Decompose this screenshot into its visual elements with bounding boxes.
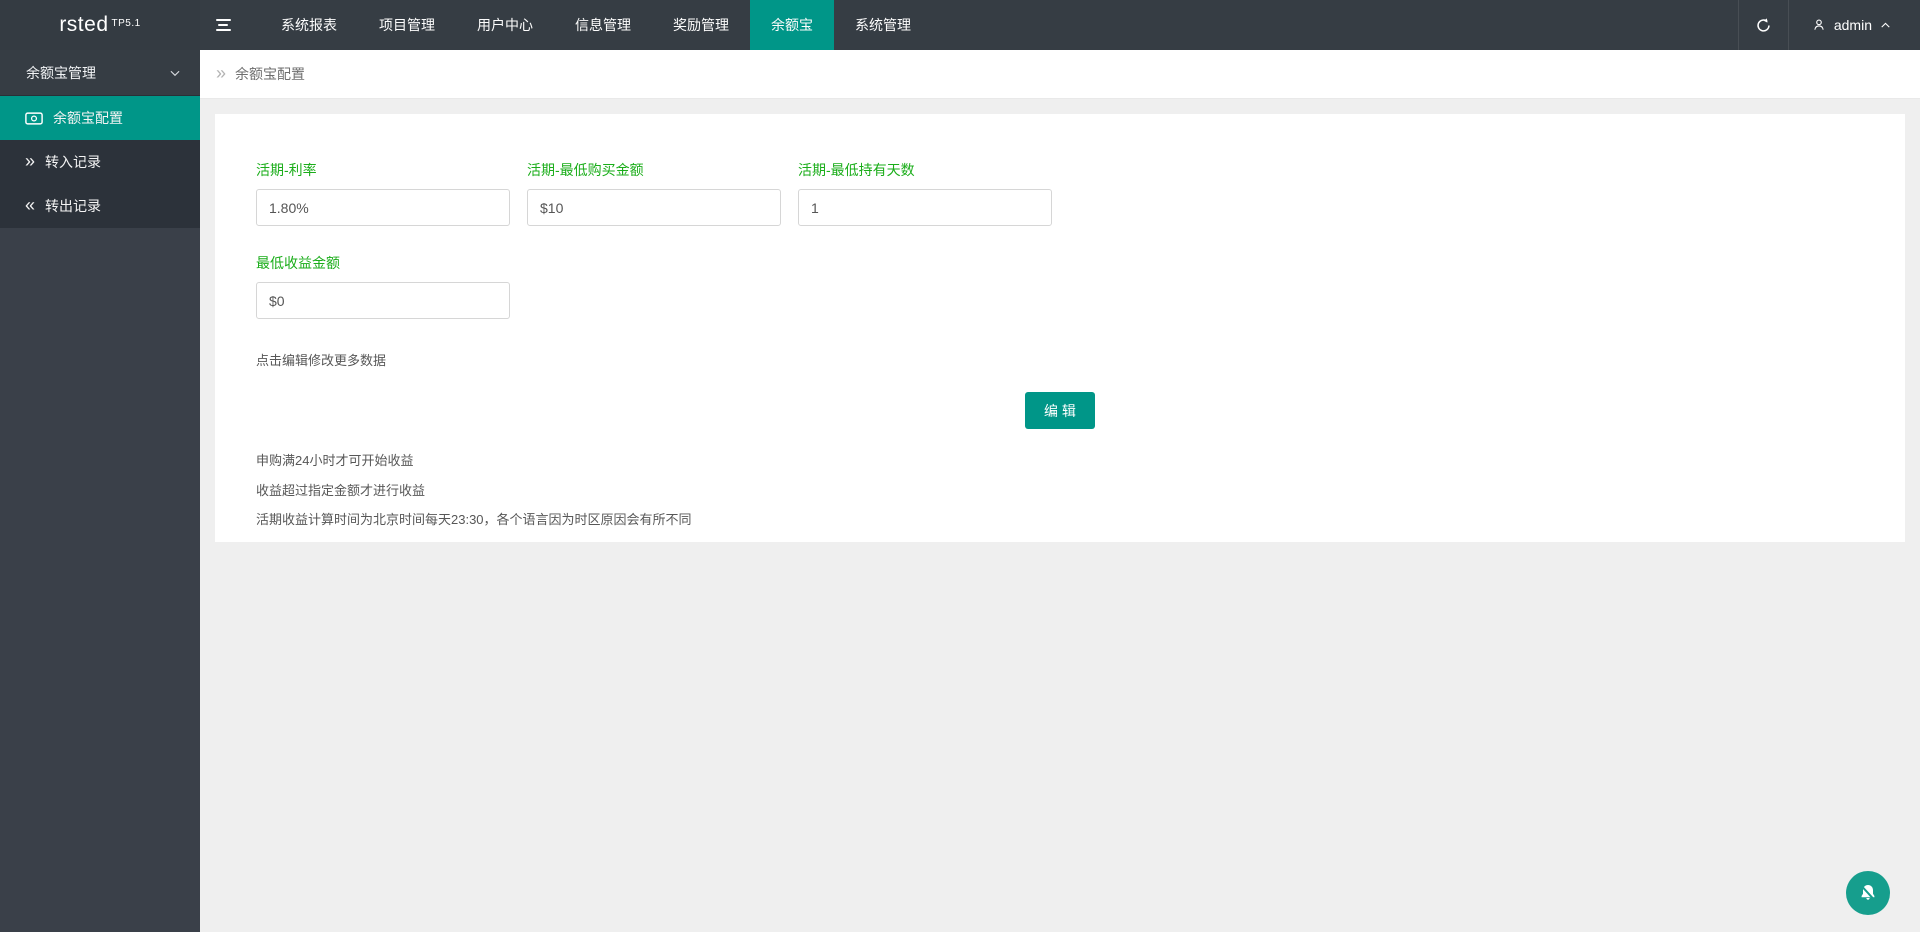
topbar: rsted TP5.1 系统报表 项目管理 用户中心 信息管理 奖励管理 余额宝… — [0, 0, 1920, 50]
field-min-purchase: 活期-最低购买金额 — [527, 160, 781, 226]
top-nav: 系统报表 项目管理 用户中心 信息管理 奖励管理 余额宝 系统管理 — [260, 0, 932, 50]
main-content: » 余额宝配置 活期-利率 活期-最低购买金额 活期-最低持有天数 — [200, 50, 1920, 932]
note-line: 申购满24小时才可开始收益 — [256, 452, 1864, 470]
brand-version: TP5.1 — [112, 18, 141, 29]
form-row-2: 最低收益金额 — [256, 253, 1864, 319]
field-label: 活期-最低购买金额 — [527, 160, 781, 180]
sidebar-toggle-icon[interactable] — [200, 0, 246, 50]
username: admin — [1834, 17, 1872, 33]
interest-rate-input[interactable] — [256, 189, 510, 226]
person-icon — [1811, 17, 1827, 33]
breadcrumb-title: 余额宝配置 — [235, 64, 305, 84]
form-row-1: 活期-利率 活期-最低购买金额 活期-最低持有天数 — [256, 160, 1864, 226]
note-line: 活期收益计算时间为北京时间每天23:30，各个语言因为时区原因会有所不同 — [256, 511, 1864, 529]
bell-slash-fab-button[interactable] — [1846, 871, 1890, 915]
config-form-card: 活期-利率 活期-最低购买金额 活期-最低持有天数 最低收益金额 点 — [215, 114, 1905, 542]
edit-hint-text: 点击编辑修改更多数据 — [256, 350, 1864, 369]
sidebar-item-label: 转入记录 — [45, 152, 101, 172]
bell-slash-icon — [1856, 881, 1880, 905]
sidebar-item-yuebao-config[interactable]: 余额宝配置 — [0, 96, 200, 140]
nav-item-yuebao[interactable]: 余额宝 — [750, 0, 834, 50]
min-income-input[interactable] — [256, 282, 510, 319]
user-menu[interactable]: admin — [1789, 0, 1920, 50]
field-label: 活期-最低持有天数 — [798, 160, 1052, 180]
field-min-income: 最低收益金额 — [256, 253, 510, 319]
banknote-icon — [25, 112, 43, 125]
sidebar: 余额宝管理 余额宝配置 » 转入记录 — [0, 50, 200, 932]
nav-item-project[interactable]: 项目管理 — [358, 0, 456, 50]
min-hold-days-input[interactable] — [798, 189, 1052, 226]
button-row: 编 辑 — [256, 392, 1864, 429]
field-label: 最低收益金额 — [256, 253, 510, 273]
sidebar-item-label: 余额宝配置 — [53, 108, 123, 128]
double-chevron-left-icon: « — [25, 196, 35, 214]
brand-name: rsted — [59, 13, 108, 37]
sidebar-item-transfer-out[interactable]: « 转出记录 — [0, 184, 200, 228]
topbar-right: admin — [1738, 0, 1920, 50]
sidebar-item-transfer-in[interactable]: » 转入记录 — [0, 140, 200, 184]
sidebar-item-label: 转出记录 — [45, 196, 101, 216]
nav-item-user-center[interactable]: 用户中心 — [456, 0, 554, 50]
chevron-up-icon — [1879, 19, 1892, 32]
breadcrumb: » 余额宝配置 — [200, 50, 1920, 99]
chevron-down-icon — [168, 66, 182, 80]
double-chevron-right-icon: » — [216, 63, 226, 84]
min-purchase-input[interactable] — [527, 189, 781, 226]
nav-item-reward[interactable]: 奖励管理 — [652, 0, 750, 50]
nav-item-info[interactable]: 信息管理 — [554, 0, 652, 50]
sidebar-submenu: 余额宝配置 » 转入记录 « 转出记录 — [0, 96, 200, 228]
refresh-icon[interactable] — [1738, 0, 1789, 50]
note-line: 收益超过指定金额才进行收益 — [256, 482, 1864, 500]
edit-button[interactable]: 编 辑 — [1025, 392, 1095, 429]
sidebar-group-label: 余额宝管理 — [26, 63, 96, 83]
field-min-hold-days: 活期-最低持有天数 — [798, 160, 1052, 226]
sidebar-group-yuebao-manage[interactable]: 余额宝管理 — [0, 50, 200, 96]
double-chevron-right-icon: » — [25, 152, 35, 170]
notes: 申购满24小时才可开始收益 收益超过指定金额才进行收益 活期收益计算时间为北京时… — [256, 452, 1864, 529]
nav-item-system-report[interactable]: 系统报表 — [260, 0, 358, 50]
nav-item-system-manage[interactable]: 系统管理 — [834, 0, 932, 50]
brand-logo[interactable]: rsted TP5.1 — [0, 0, 200, 50]
field-label: 活期-利率 — [256, 160, 510, 180]
field-interest-rate: 活期-利率 — [256, 160, 510, 226]
admin-page: rsted TP5.1 系统报表 项目管理 用户中心 信息管理 奖励管理 余额宝… — [0, 0, 1920, 932]
